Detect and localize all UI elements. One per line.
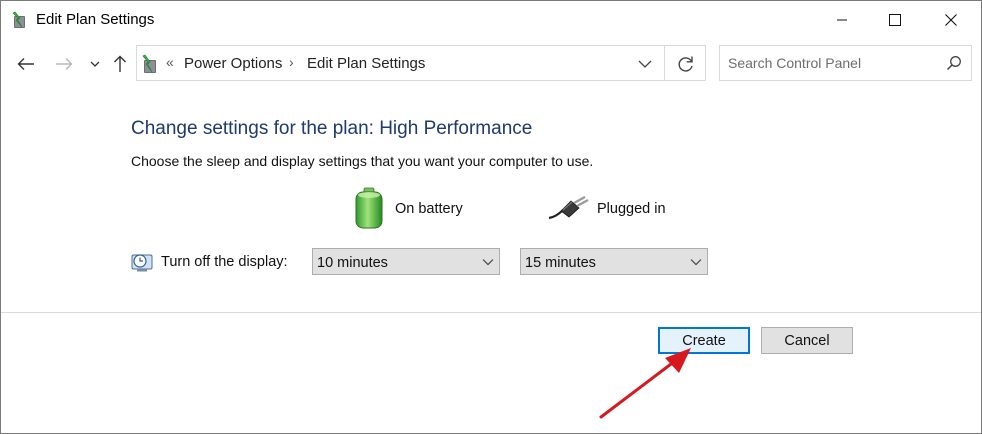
page-heading: Change settings for the plan: High Perfo… [131, 118, 533, 139]
up-arrow-icon [114, 55, 126, 72]
breadcrumb-separator[interactable]: › [289, 54, 294, 70]
minimize-icon [837, 19, 847, 21]
breadcrumb-edit-plan-settings[interactable]: Edit Plan Settings [307, 55, 425, 72]
column-label-plugged-in: Plugged in [597, 201, 666, 217]
display-timeout-on-battery-select[interactable]: 10 minutes [312, 248, 500, 275]
refresh-icon[interactable] [675, 53, 697, 75]
recent-locations-button[interactable] [84, 53, 106, 75]
address-bar[interactable]: « Power Options › Edit Plan Settings [136, 45, 706, 81]
chevron-down-icon [690, 259, 702, 266]
chevron-down-icon [482, 259, 494, 266]
window-title: Edit Plan Settings [36, 11, 155, 28]
edit-plan-settings-window: Edit Plan Settings « Power Options › Edi… [0, 0, 982, 434]
display-timeout-icon [131, 254, 153, 272]
power-options-icon [12, 11, 25, 28]
turn-off-display-label: Turn off the display: [161, 254, 288, 270]
title-bar: Edit Plan Settings [1, 1, 981, 39]
create-button[interactable]: Create [658, 327, 750, 354]
address-divider [664, 46, 665, 80]
address-overflow[interactable]: « [166, 54, 174, 70]
footer-divider [1, 312, 981, 313]
search-input[interactable] [728, 54, 938, 72]
close-icon [945, 14, 957, 26]
cancel-button[interactable]: Cancel [761, 327, 853, 354]
address-dropdown-icon[interactable] [635, 54, 655, 74]
selected-value: 10 minutes [317, 255, 388, 271]
maximize-button[interactable] [872, 1, 918, 39]
battery-icon [355, 187, 383, 229]
page-subtitle: Choose the sleep and display settings th… [131, 153, 594, 169]
maximize-icon [889, 14, 901, 26]
display-timeout-plugged-in-select[interactable]: 15 minutes [520, 248, 708, 275]
plug-icon [548, 195, 589, 220]
minimize-button[interactable] [819, 1, 865, 39]
back-arrow-icon [17, 58, 34, 70]
forward-button[interactable] [53, 53, 75, 75]
power-options-icon [142, 54, 156, 73]
breadcrumb-power-options[interactable]: Power Options [184, 55, 282, 72]
forward-arrow-icon [56, 58, 73, 70]
column-label-on-battery: On battery [395, 201, 463, 217]
close-button[interactable] [928, 1, 974, 39]
up-button[interactable] [109, 53, 131, 75]
selected-value: 15 minutes [525, 255, 596, 271]
search-icon[interactable] [946, 55, 962, 71]
chevron-down-icon [90, 61, 100, 67]
back-button[interactable] [15, 53, 37, 75]
search-box[interactable] [719, 45, 972, 81]
